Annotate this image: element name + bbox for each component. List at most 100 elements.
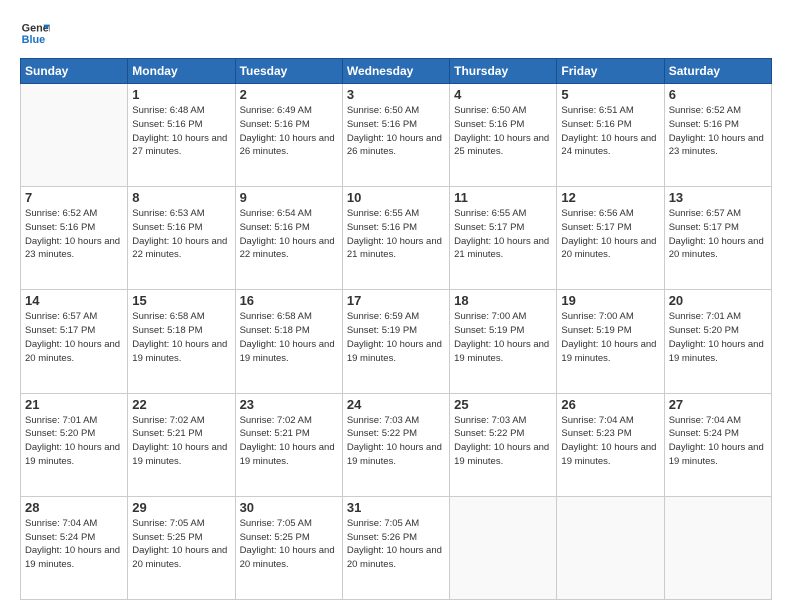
calendar-cell: 11 Sunrise: 6:55 AMSunset: 5:17 PMDayligh… [450, 187, 557, 290]
day-number: 24 [347, 397, 445, 412]
day-info: Sunrise: 6:52 AMSunset: 5:16 PMDaylight:… [669, 104, 767, 159]
calendar-cell: 19 Sunrise: 7:00 AMSunset: 5:19 PMDayligh… [557, 290, 664, 393]
day-number: 11 [454, 190, 552, 205]
day-number: 14 [25, 293, 123, 308]
calendar-cell: 6 Sunrise: 6:52 AMSunset: 5:16 PMDaylight… [664, 84, 771, 187]
day-number: 12 [561, 190, 659, 205]
calendar-week-row: 28Sunrise: 7:04 AMSunset: 5:24 PMDayligh… [21, 496, 772, 599]
calendar-cell: 16 Sunrise: 6:58 AMSunset: 5:18 PMDayligh… [235, 290, 342, 393]
day-info: Sunrise: 7:03 AMSunset: 5:22 PMDaylight:… [347, 414, 445, 469]
calendar-cell: 7 Sunrise: 6:52 AMSunset: 5:16 PMDaylight… [21, 187, 128, 290]
calendar-cell: 25 Sunrise: 7:03 AMSunset: 5:22 PMDayligh… [450, 393, 557, 496]
calendar-week-row: 1 Sunrise: 6:48 AMSunset: 5:16 PMDaylight… [21, 84, 772, 187]
day-number: 15 [132, 293, 230, 308]
day-number: 26 [561, 397, 659, 412]
day-number: 31 [347, 500, 445, 515]
calendar-cell: 4 Sunrise: 6:50 AMSunset: 5:16 PMDaylight… [450, 84, 557, 187]
calendar-table: SundayMondayTuesdayWednesdayThursdayFrid… [20, 58, 772, 600]
calendar-cell [664, 496, 771, 599]
calendar-cell: 21Sunrise: 7:01 AMSunset: 5:20 PMDayligh… [21, 393, 128, 496]
day-number: 3 [347, 87, 445, 102]
weekday-header-thursday: Thursday [450, 59, 557, 84]
calendar-cell: 28Sunrise: 7:04 AMSunset: 5:24 PMDayligh… [21, 496, 128, 599]
day-info: Sunrise: 7:04 AMSunset: 5:24 PMDaylight:… [669, 414, 767, 469]
day-info: Sunrise: 6:48 AMSunset: 5:16 PMDaylight:… [132, 104, 230, 159]
weekday-header-friday: Friday [557, 59, 664, 84]
day-number: 18 [454, 293, 552, 308]
calendar-week-row: 7 Sunrise: 6:52 AMSunset: 5:16 PMDaylight… [21, 187, 772, 290]
day-info: Sunrise: 6:58 AMSunset: 5:18 PMDaylight:… [132, 310, 230, 365]
day-number: 17 [347, 293, 445, 308]
day-info: Sunrise: 6:55 AMSunset: 5:17 PMDaylight:… [454, 207, 552, 262]
day-info: Sunrise: 7:00 AMSunset: 5:19 PMDaylight:… [561, 310, 659, 365]
day-info: Sunrise: 6:58 AMSunset: 5:18 PMDaylight:… [240, 310, 338, 365]
day-info: Sunrise: 7:05 AMSunset: 5:25 PMDaylight:… [240, 517, 338, 572]
calendar-cell: 27Sunrise: 7:04 AMSunset: 5:24 PMDayligh… [664, 393, 771, 496]
day-number: 7 [25, 190, 123, 205]
day-info: Sunrise: 7:05 AMSunset: 5:25 PMDaylight:… [132, 517, 230, 572]
calendar-week-row: 21Sunrise: 7:01 AMSunset: 5:20 PMDayligh… [21, 393, 772, 496]
day-info: Sunrise: 7:01 AMSunset: 5:20 PMDaylight:… [25, 414, 123, 469]
calendar-cell: 12 Sunrise: 6:56 AMSunset: 5:17 PMDayligh… [557, 187, 664, 290]
weekday-header-row: SundayMondayTuesdayWednesdayThursdayFrid… [21, 59, 772, 84]
day-number: 4 [454, 87, 552, 102]
page: General Blue SundayMondayTuesdayWednesda… [0, 0, 792, 612]
calendar-cell: 18 Sunrise: 7:00 AMSunset: 5:19 PMDayligh… [450, 290, 557, 393]
weekday-header-sunday: Sunday [21, 59, 128, 84]
calendar-cell: 23 Sunrise: 7:02 AMSunset: 5:21 PMDayligh… [235, 393, 342, 496]
day-info: Sunrise: 6:50 AMSunset: 5:16 PMDaylight:… [454, 104, 552, 159]
day-number: 30 [240, 500, 338, 515]
day-number: 10 [347, 190, 445, 205]
day-info: Sunrise: 6:52 AMSunset: 5:16 PMDaylight:… [25, 207, 123, 262]
day-info: Sunrise: 7:04 AMSunset: 5:24 PMDaylight:… [25, 517, 123, 572]
day-number: 6 [669, 87, 767, 102]
calendar-cell: 2 Sunrise: 6:49 AMSunset: 5:16 PMDaylight… [235, 84, 342, 187]
day-number: 25 [454, 397, 552, 412]
weekday-header-tuesday: Tuesday [235, 59, 342, 84]
day-info: Sunrise: 6:56 AMSunset: 5:17 PMDaylight:… [561, 207, 659, 262]
calendar-cell: 17Sunrise: 6:59 AMSunset: 5:19 PMDayligh… [342, 290, 449, 393]
calendar-cell: 14 Sunrise: 6:57 AMSunset: 5:17 PMDayligh… [21, 290, 128, 393]
calendar-cell: 9Sunrise: 6:54 AMSunset: 5:16 PMDaylight… [235, 187, 342, 290]
day-number: 16 [240, 293, 338, 308]
calendar-cell: 31 Sunrise: 7:05 AMSunset: 5:26 PMDayligh… [342, 496, 449, 599]
calendar-cell: 26Sunrise: 7:04 AMSunset: 5:23 PMDayligh… [557, 393, 664, 496]
calendar-cell: 13Sunrise: 6:57 AMSunset: 5:17 PMDayligh… [664, 187, 771, 290]
weekday-header-saturday: Saturday [664, 59, 771, 84]
logo-icon: General Blue [20, 18, 50, 48]
calendar-cell: 20 Sunrise: 7:01 AMSunset: 5:20 PMDayligh… [664, 290, 771, 393]
day-info: Sunrise: 7:00 AMSunset: 5:19 PMDaylight:… [454, 310, 552, 365]
day-info: Sunrise: 7:03 AMSunset: 5:22 PMDaylight:… [454, 414, 552, 469]
logo: General Blue [20, 18, 50, 48]
day-info: Sunrise: 6:50 AMSunset: 5:16 PMDaylight:… [347, 104, 445, 159]
calendar-cell: 22Sunrise: 7:02 AMSunset: 5:21 PMDayligh… [128, 393, 235, 496]
calendar-cell: 30 Sunrise: 7:05 AMSunset: 5:25 PMDayligh… [235, 496, 342, 599]
day-number: 1 [132, 87, 230, 102]
day-info: Sunrise: 7:02 AMSunset: 5:21 PMDaylight:… [240, 414, 338, 469]
weekday-header-monday: Monday [128, 59, 235, 84]
day-info: Sunrise: 7:01 AMSunset: 5:20 PMDaylight:… [669, 310, 767, 365]
calendar-cell: 1 Sunrise: 6:48 AMSunset: 5:16 PMDaylight… [128, 84, 235, 187]
day-info: Sunrise: 6:54 AMSunset: 5:16 PMDaylight:… [240, 207, 338, 262]
day-info: Sunrise: 6:49 AMSunset: 5:16 PMDaylight:… [240, 104, 338, 159]
day-number: 8 [132, 190, 230, 205]
calendar-cell [450, 496, 557, 599]
day-info: Sunrise: 6:53 AMSunset: 5:16 PMDaylight:… [132, 207, 230, 262]
calendar-cell: 15 Sunrise: 6:58 AMSunset: 5:18 PMDayligh… [128, 290, 235, 393]
day-info: Sunrise: 6:57 AMSunset: 5:17 PMDaylight:… [669, 207, 767, 262]
svg-text:General: General [22, 22, 50, 34]
day-info: Sunrise: 7:05 AMSunset: 5:26 PMDaylight:… [347, 517, 445, 572]
day-number: 2 [240, 87, 338, 102]
day-info: Sunrise: 6:55 AMSunset: 5:16 PMDaylight:… [347, 207, 445, 262]
day-number: 19 [561, 293, 659, 308]
calendar-cell: 8 Sunrise: 6:53 AMSunset: 5:16 PMDaylight… [128, 187, 235, 290]
day-number: 20 [669, 293, 767, 308]
day-info: Sunrise: 6:57 AMSunset: 5:17 PMDaylight:… [25, 310, 123, 365]
calendar-cell: 10 Sunrise: 6:55 AMSunset: 5:16 PMDayligh… [342, 187, 449, 290]
calendar-week-row: 14 Sunrise: 6:57 AMSunset: 5:17 PMDayligh… [21, 290, 772, 393]
day-number: 29 [132, 500, 230, 515]
day-number: 23 [240, 397, 338, 412]
header: General Blue [20, 18, 772, 48]
calendar-cell: 24 Sunrise: 7:03 AMSunset: 5:22 PMDayligh… [342, 393, 449, 496]
calendar-cell: 3 Sunrise: 6:50 AMSunset: 5:16 PMDaylight… [342, 84, 449, 187]
